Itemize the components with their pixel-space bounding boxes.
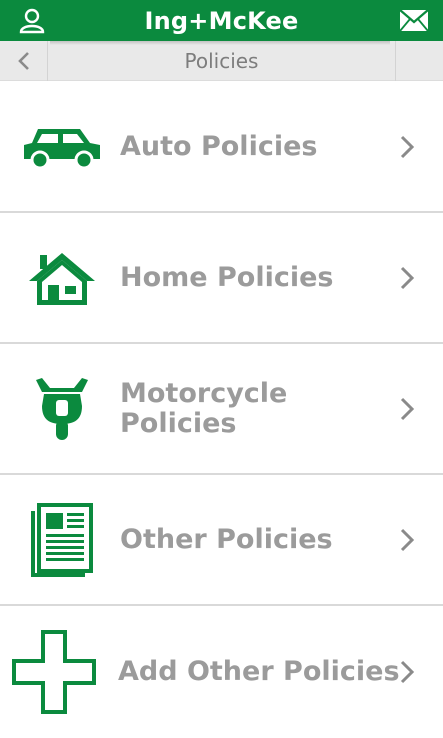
app-header: Ing+McKee <box>0 0 443 41</box>
list-item-home-policies[interactable]: Home Policies <box>0 213 443 344</box>
list-item-add-other-policies[interactable]: Add Other Policies <box>0 606 443 737</box>
mail-icon[interactable] <box>399 9 429 32</box>
plus-icon <box>10 628 98 716</box>
header-shadow <box>50 41 390 45</box>
subheader-right-cell <box>395 41 443 81</box>
chevron-right-icon <box>400 266 415 289</box>
policy-list: Auto Policies Home Policies Motorcycle P… <box>0 82 443 737</box>
motorcycle-icon <box>18 365 106 453</box>
profile-icon[interactable] <box>18 8 46 34</box>
sub-header: Policies <box>0 41 443 81</box>
list-item-label: Auto Policies <box>120 130 318 162</box>
list-item-other-policies[interactable]: Other Policies <box>0 475 443 606</box>
list-item-auto-policies[interactable]: Auto Policies <box>0 82 443 213</box>
list-item-label: Motorcycle Policies <box>120 377 288 439</box>
chevron-right-icon <box>400 528 415 551</box>
list-item-label: Home Policies <box>120 261 334 293</box>
document-icon <box>18 496 106 584</box>
chevron-right-icon <box>400 135 415 158</box>
page-title: Policies <box>184 49 259 73</box>
chevron-right-icon <box>400 397 415 420</box>
list-item-label: Add Other Policies <box>118 655 400 687</box>
house-icon <box>18 234 106 322</box>
car-icon <box>18 103 106 191</box>
back-button[interactable] <box>0 41 48 81</box>
chevron-left-icon <box>17 52 29 70</box>
chevron-right-icon <box>400 660 415 683</box>
app-title: Ing+McKee <box>144 6 299 35</box>
list-item-motorcycle-policies[interactable]: Motorcycle Policies <box>0 344 443 475</box>
list-item-label: Other Policies <box>120 523 333 555</box>
